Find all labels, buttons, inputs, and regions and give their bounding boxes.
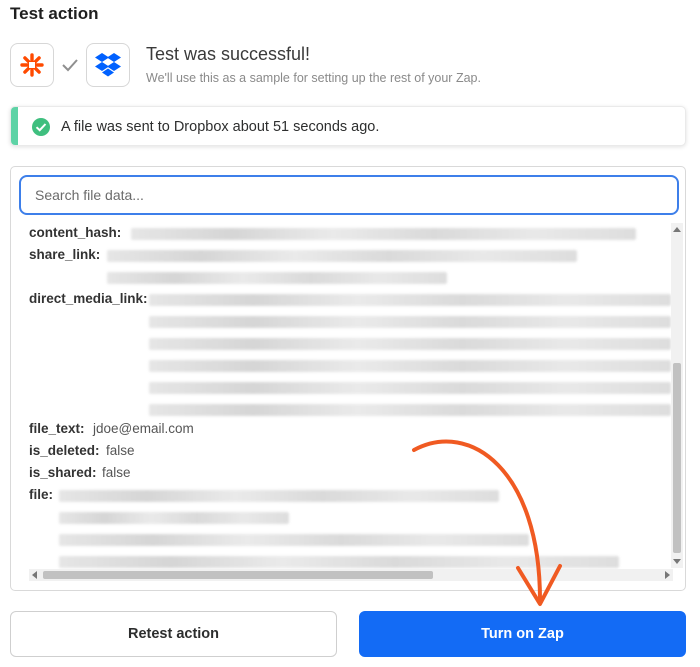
field-file-text-value: jdoe@email.com xyxy=(93,421,194,436)
field-share-link-label: share_link: xyxy=(29,247,101,262)
horizontal-scroll-thumb[interactable] xyxy=(43,571,433,579)
redacted-value xyxy=(149,382,671,394)
redacted-value xyxy=(59,556,619,568)
success-check-icon xyxy=(32,118,50,136)
scroll-down-arrow[interactable] xyxy=(673,559,681,564)
search-file-data-input[interactable] xyxy=(19,175,679,215)
field-file-text-label: file_text: xyxy=(29,421,85,436)
file-data-panel: content_hash: share_link: direct_media_l… xyxy=(10,166,686,591)
success-message: A file was sent to Dropbox about 51 seco… xyxy=(61,119,380,135)
field-file-label: file: xyxy=(29,487,54,502)
field-direct-media-link-label: direct_media_link: xyxy=(29,291,148,306)
scroll-up-arrow[interactable] xyxy=(673,227,681,232)
redacted-value xyxy=(149,360,671,372)
redacted-value xyxy=(149,316,671,328)
dropbox-app-tile xyxy=(86,43,130,87)
redacted-value xyxy=(107,250,577,262)
redacted-value xyxy=(59,534,529,546)
check-separator xyxy=(54,43,86,87)
redacted-value xyxy=(149,294,671,306)
field-is-shared-value: false xyxy=(102,465,131,480)
field-content-hash-label: content_hash: xyxy=(29,225,122,240)
success-accent-bar xyxy=(11,107,18,145)
redacted-value xyxy=(59,512,289,524)
redacted-value xyxy=(149,404,671,416)
dropbox-icon xyxy=(95,53,121,77)
retest-action-button[interactable]: Retest action xyxy=(10,611,337,657)
redacted-value xyxy=(149,338,671,350)
scroll-left-arrow[interactable] xyxy=(32,571,37,579)
field-is-deleted-value: false xyxy=(106,443,135,458)
horizontal-scrollbar[interactable] xyxy=(29,569,673,581)
scroll-right-arrow[interactable] xyxy=(665,571,670,579)
field-is-shared-label: is_shared: xyxy=(29,465,97,480)
redacted-value xyxy=(59,490,499,502)
checkmark-icon xyxy=(62,59,78,72)
turn-on-zap-button[interactable]: Turn on Zap xyxy=(359,611,686,657)
vertical-scroll-thumb[interactable] xyxy=(673,363,681,553)
test-result-subtitle: We'll use this as a sample for setting u… xyxy=(146,71,481,85)
zapier-app-tile xyxy=(10,43,54,87)
redacted-value xyxy=(107,272,447,284)
app-row xyxy=(10,43,130,87)
test-result-title: Test was successful! xyxy=(146,44,311,64)
section-title: Test action xyxy=(10,4,99,23)
zapier-icon xyxy=(20,53,44,77)
success-banner: A file was sent to Dropbox about 51 seco… xyxy=(10,106,686,146)
test-result: Test was successful! We'll use this as a… xyxy=(146,44,481,85)
field-is-deleted-label: is_deleted: xyxy=(29,443,100,458)
vertical-scrollbar[interactable] xyxy=(671,223,683,568)
redacted-value xyxy=(131,228,636,240)
